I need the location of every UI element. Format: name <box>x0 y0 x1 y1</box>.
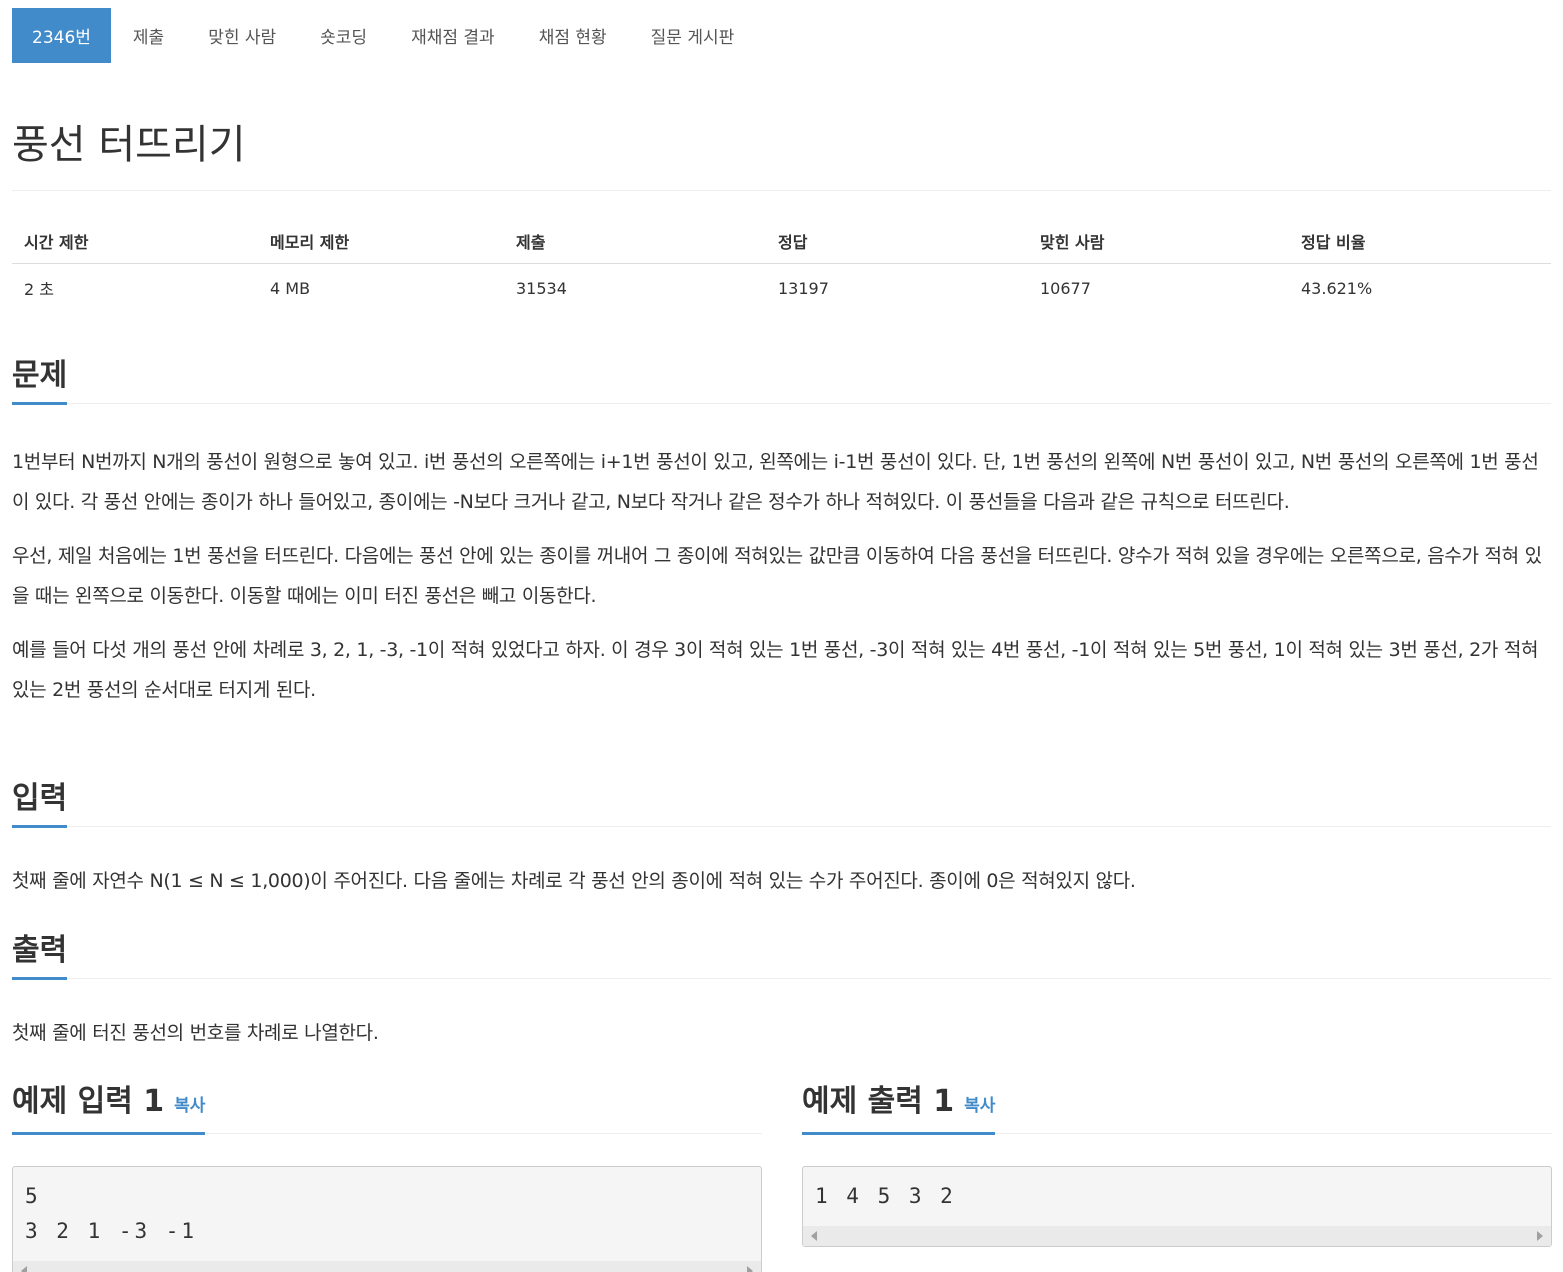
info-value-time-limit: 2 초 <box>24 280 54 299</box>
info-value-row: 2 초 4 MB 31534 13197 10677 43.621% <box>12 264 1551 312</box>
info-value-memory-limit: 4 MB <box>270 278 311 298</box>
info-value-submissions: 31534 <box>516 278 567 298</box>
tab-question-board[interactable]: 질문 게시판 <box>629 8 757 63</box>
tab-problem-number[interactable]: 2346번 <box>12 8 111 63</box>
sample-output-header: 예제 출력 1 복사 <box>802 1080 1552 1135</box>
scroll-right-arrow-icon[interactable] <box>1537 1231 1543 1241</box>
section-divider <box>12 826 1551 827</box>
sample-input-box: 5 3 2 1 -3 -1 <box>12 1166 762 1272</box>
copy-sample-output-button[interactable]: 복사 <box>964 1096 995 1116</box>
section-divider <box>12 403 1551 404</box>
sample-output-heading: 예제 출력 1 복사 <box>802 1084 996 1135</box>
output-section-header: 출력 <box>12 931 1551 980</box>
scroll-left-arrow-icon[interactable] <box>811 1231 817 1241</box>
sample-input-content: 5 3 2 1 -3 -1 <box>25 1184 198 1243</box>
sample-input-section: 예제 입력 1 복사 5 3 2 1 -3 -1 <box>12 1080 762 1272</box>
problem-paragraph: 예를 들어 다섯 개의 풍선 안에 차례로 3, 2, 1, -3, -1이 적… <box>12 639 1539 701</box>
problem-paragraph: 1번부터 N번까지 N개의 풍선이 원형으로 놓여 있고. i번 풍선의 오른쪽… <box>12 451 1539 513</box>
tab-solvers[interactable]: 맞힌 사람 <box>186 8 298 63</box>
sample-output-section: 예제 출력 1 복사 1 4 5 3 2 <box>802 1080 1552 1247</box>
output-description: 첫째 줄에 터진 풍선의 번호를 차례로 나열한다. <box>12 1022 379 1044</box>
info-header-time-limit: 시간 제한 <box>24 232 89 252</box>
info-header-accept-ratio: 정답 비율 <box>1301 232 1366 252</box>
input-section: 입력 첫째 줄에 자연수 N(1 ≤ N ≤ 1,000)이 주어진다. 다음 … <box>12 779 1551 901</box>
input-description: 첫째 줄에 자연수 N(1 ≤ N ≤ 1,000)이 주어진다. 다음 줄에는… <box>12 870 1136 892</box>
problem-section-header: 문제 <box>12 356 1551 405</box>
page-title: 풍선 터뜨리기 <box>12 122 246 168</box>
sample-output-box: 1 4 5 3 2 <box>802 1166 1552 1247</box>
tab-short-coding[interactable]: 숏코딩 <box>298 8 389 63</box>
problem-body: 1번부터 N번까지 N개의 풍선이 원형으로 놓여 있고. i번 풍선의 오른쪽… <box>12 442 1551 710</box>
sample-input-title: 예제 입력 1 <box>12 1084 165 1119</box>
sample-input-header: 예제 입력 1 복사 <box>12 1080 762 1135</box>
info-value-accept-ratio: 43.621% <box>1301 278 1373 298</box>
sample-output-scrollbar[interactable] <box>803 1226 1551 1246</box>
problem-nav-tabs: 2346번 제출 맞힌 사람 숏코딩 재채점 결과 채점 현황 질문 게시판 <box>12 8 756 63</box>
problem-paragraph: 우선, 제일 처음에는 1번 풍선을 터뜨린다. 다음에는 풍선 안에 있는 종… <box>12 545 1542 607</box>
copy-sample-input-button[interactable]: 복사 <box>174 1096 205 1116</box>
info-header-row: 시간 제한 메모리 제한 제출 정답 맞힌 사람 정답 비율 <box>12 218 1551 264</box>
info-value-solvers: 10677 <box>1040 278 1091 298</box>
sample-output-title: 예제 출력 1 <box>802 1084 955 1119</box>
tab-rejudge-results[interactable]: 재채점 결과 <box>389 8 517 63</box>
sample-output-content: 1 4 5 3 2 <box>815 1184 956 1208</box>
input-heading: 입력 <box>12 781 68 828</box>
input-section-header: 입력 <box>12 779 1551 828</box>
problem-section: 문제 1번부터 N번까지 N개의 풍선이 원형으로 놓여 있고. i번 풍선의 … <box>12 356 1551 710</box>
problem-heading: 문제 <box>12 358 68 405</box>
output-heading: 출력 <box>12 933 68 980</box>
problem-info-table: 시간 제한 메모리 제한 제출 정답 맞힌 사람 정답 비율 2 초 4 MB … <box>12 218 1551 312</box>
tab-judge-status[interactable]: 채점 현황 <box>517 8 629 63</box>
scroll-left-arrow-icon[interactable] <box>21 1266 27 1272</box>
info-header-solvers: 맞힌 사람 <box>1040 232 1105 252</box>
title-divider <box>12 190 1551 191</box>
sample-input-scrollbar[interactable] <box>13 1261 761 1272</box>
section-divider <box>12 978 1551 979</box>
scroll-right-arrow-icon[interactable] <box>747 1266 753 1272</box>
sample-input-heading: 예제 입력 1 복사 <box>12 1084 206 1135</box>
output-section: 출력 첫째 줄에 터진 풍선의 번호를 차례로 나열한다. <box>12 931 1551 1053</box>
info-header-accepted: 정답 <box>778 232 808 252</box>
tab-submit[interactable]: 제출 <box>111 8 186 63</box>
info-header-submissions: 제출 <box>516 232 546 252</box>
info-value-accepted: 13197 <box>778 278 829 298</box>
info-header-memory-limit: 메모리 제한 <box>270 232 350 252</box>
